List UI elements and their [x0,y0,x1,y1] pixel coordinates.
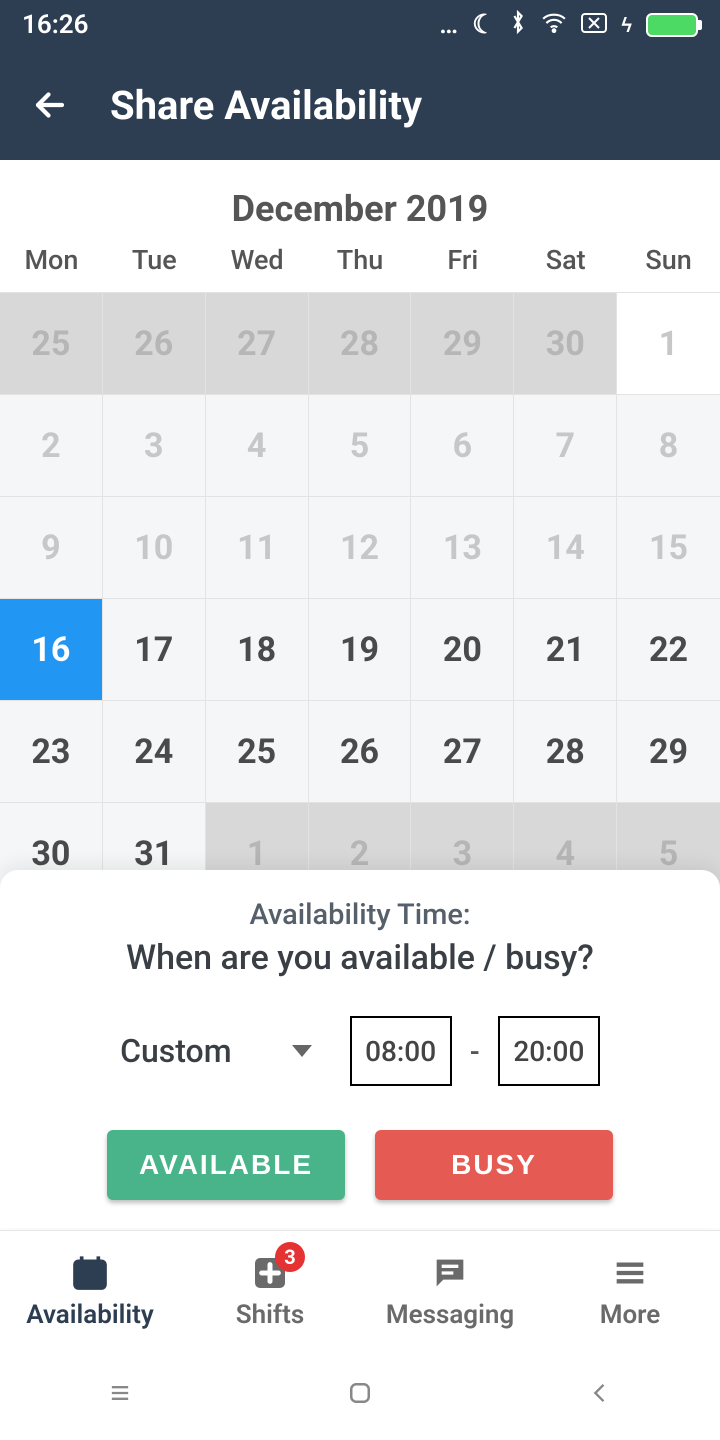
button-row: AVAILABLE BUSY [24,1130,696,1200]
status-icons: … ☾ ϟ [439,10,698,41]
calendar-day-cell[interactable]: 24 [103,700,206,802]
calendar-day-cell[interactable]: 27 [206,292,309,394]
calendar-dow-row: MonTueWedThuFriSatSun [0,244,720,292]
calendar-day-cell[interactable]: 4 [206,394,309,496]
calendar-day-cell[interactable]: 17 [103,598,206,700]
calendar-grid: 2526272829301234567891011121314151617181… [0,292,720,904]
nav-label: Availability [26,1300,154,1330]
available-button[interactable]: AVAILABLE [107,1130,345,1200]
calendar-day-cell[interactable]: 28 [514,700,617,802]
calendar-day-cell[interactable]: 6 [411,394,514,496]
calendar-dow-cell: Mon [0,244,103,292]
calendar-day-cell[interactable]: 18 [206,598,309,700]
time-row: Custom 08:00 - 20:00 [24,1016,696,1086]
time-to-input[interactable]: 20:00 [498,1016,600,1086]
sheet-title: Availability Time: [24,898,696,932]
shifts-badge: 3 [275,1242,305,1272]
close-box-icon [581,10,607,40]
calendar-day-cell[interactable]: 7 [514,394,617,496]
charging-icon: ϟ [621,13,632,38]
system-recent-icon[interactable] [106,1379,134,1411]
menu-icon [609,1252,651,1294]
calendar-day-cell[interactable]: 10 [103,496,206,598]
calendar-day-cell[interactable]: 11 [206,496,309,598]
calendar-day-cell[interactable]: 26 [103,292,206,394]
calendar-day-cell[interactable]: 29 [411,292,514,394]
sheet-subtitle: When are you available / busy? [24,938,696,978]
calendar-day-cell[interactable]: 26 [309,700,412,802]
calendar-day-cell[interactable]: 28 [309,292,412,394]
calendar-day-cell[interactable]: 14 [514,496,617,598]
calendar-dow-cell: Sat [514,244,617,292]
calendar-dow-cell: Sun [617,244,720,292]
system-back-icon[interactable] [586,1379,614,1411]
preset-select[interactable]: Custom [120,1032,311,1070]
calendar-icon [69,1252,111,1294]
nav-more[interactable]: More [540,1231,720,1350]
calendar-day-cell[interactable]: 21 [514,598,617,700]
calendar-day-cell[interactable]: 22 [617,598,720,700]
calendar-day-cell[interactable]: 15 [617,496,720,598]
calendar-day-cell[interactable]: 13 [411,496,514,598]
nav-shifts[interactable]: 3 Shifts [180,1231,360,1350]
chevron-down-icon [292,1045,312,1057]
page-title: Share Availability [110,82,422,129]
battery-icon [646,13,698,37]
status-time: 16:26 [22,10,89,40]
preset-select-label: Custom [120,1032,231,1070]
calendar-day-cell[interactable]: 25 [0,292,103,394]
calendar-month-label: December 2019 [0,160,720,244]
nav-label: Messaging [386,1300,514,1330]
calendar-day-cell[interactable]: 5 [309,394,412,496]
busy-button[interactable]: BUSY [375,1130,613,1200]
calendar-day-cell[interactable]: 3 [103,394,206,496]
calendar-day-cell[interactable]: 19 [309,598,412,700]
bluetooth-icon [509,10,527,41]
back-button[interactable] [30,85,70,125]
calendar-day-cell[interactable]: 29 [617,700,720,802]
system-nav-bar [0,1350,720,1440]
bottom-nav: Availability 3 Shifts Messaging More [0,1230,720,1350]
calendar-day-cell[interactable]: 12 [309,496,412,598]
wifi-icon [541,10,567,40]
nav-availability[interactable]: Availability [0,1231,180,1350]
app-header: Share Availability [0,50,720,160]
calendar-day-cell[interactable]: 9 [0,496,103,598]
nav-label: Shifts [236,1300,304,1330]
app-root: 16:26 … ☾ ϟ Share Availability December … [0,0,720,1440]
calendar-dow-cell: Thu [309,244,412,292]
calendar-dow-cell: Fri [411,244,514,292]
calendar-dow-cell: Wed [206,244,309,292]
content: December 2019 MonTueWedThuFriSatSun 2526… [0,160,720,1230]
calendar-day-cell[interactable]: 25 [206,700,309,802]
calendar-day-cell[interactable]: 30 [514,292,617,394]
calendar-day-cell[interactable]: 20 [411,598,514,700]
calendar-day-cell[interactable]: 8 [617,394,720,496]
chat-icon [429,1252,471,1294]
calendar-dow-cell: Tue [103,244,206,292]
calendar-day-cell[interactable]: 27 [411,700,514,802]
more-icon: … [439,10,458,40]
moon-icon: ☾ [472,10,495,40]
nav-messaging[interactable]: Messaging [360,1231,540,1350]
time-separator: - [470,1035,480,1068]
time-from-input[interactable]: 08:00 [350,1016,452,1086]
calendar-day-cell[interactable]: 16 [0,598,103,700]
plus-box-icon: 3 [249,1252,291,1294]
calendar-day-cell[interactable]: 23 [0,700,103,802]
nav-label: More [600,1300,661,1330]
availability-sheet: Availability Time: When are you availabl… [0,870,720,1228]
system-home-icon[interactable] [345,1378,375,1412]
status-bar: 16:26 … ☾ ϟ [0,0,720,50]
calendar-day-cell[interactable]: 2 [0,394,103,496]
calendar-day-cell[interactable]: 1 [617,292,720,394]
